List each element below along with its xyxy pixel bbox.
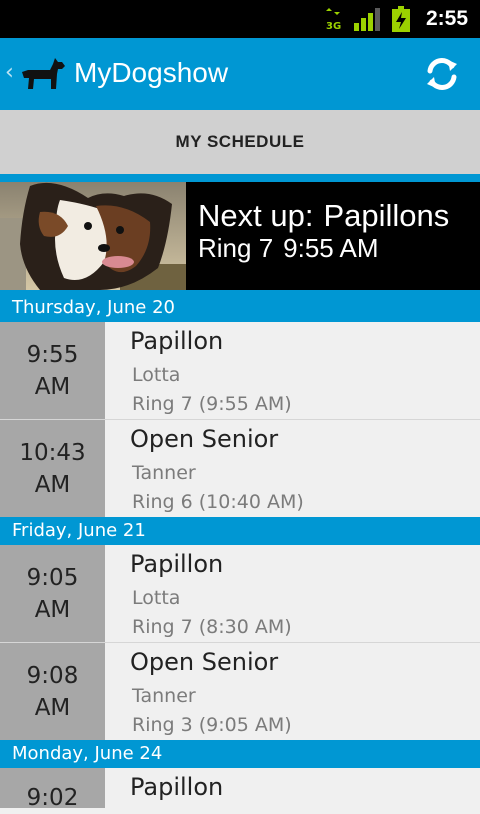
next-up-time: 9:55 AM [283, 233, 379, 263]
entry-time: 9:55 AM [0, 322, 105, 419]
dog-logo-icon[interactable] [20, 56, 66, 90]
list-item[interactable]: 9:05 AM Papillon Lotta Ring 7 (8:30 AM) [0, 545, 480, 643]
next-up-ring: Ring 7 [198, 233, 274, 263]
entry-dog: Tanner [132, 462, 196, 484]
day-header: Monday, June 24 [0, 740, 480, 768]
next-up-breed: Next up: Papillons [198, 198, 449, 234]
entry-time: 9:02 [0, 768, 105, 811]
entry-time-ampm: AM [34, 694, 71, 721]
entry-class: Open Senior [130, 425, 279, 453]
entry-time-ampm: AM [34, 373, 71, 400]
entry-time-value: 9:08 [26, 662, 79, 689]
list-item[interactable]: 9:08 AM Open Senior Tanner Ring 3 (9:05 … [0, 643, 480, 740]
entry-time-value: 10:43 [19, 439, 86, 466]
svg-text:3G: 3G [326, 21, 341, 31]
entry-dog: Lotta [132, 364, 181, 386]
action-bar: ‹ MyDogshow [0, 38, 480, 110]
entry-ring: Ring 3 (9:05 AM) [132, 714, 292, 736]
tab-indicator [0, 174, 480, 182]
status-time: 2:55 [425, 7, 468, 30]
entry-time: 10:43 AM [0, 420, 105, 517]
signal-icon [353, 8, 380, 31]
entry-class: Papillon [130, 550, 224, 578]
next-up-banner[interactable]: Next up: Papillons Ring 7 9:55 AM [0, 182, 480, 290]
next-up-label: Next up: [198, 198, 314, 233]
entry-time: 9:08 AM [0, 643, 105, 740]
day-header: Thursday, June 20 [0, 294, 480, 322]
entry-class: Open Senior [130, 648, 279, 676]
entry-time: 9:05 AM [0, 545, 105, 642]
entry-time-value: 9:55 [26, 341, 79, 368]
entry-dog: Lotta [132, 587, 181, 609]
up-caret-icon[interactable]: ‹ [5, 60, 14, 85]
tab-my-schedule[interactable]: MY SCHEDULE [0, 110, 480, 174]
schedule-list[interactable]: Thursday, June 20 9:55 AM Papillon Lotta… [0, 294, 480, 811]
entry-class: Papillon [130, 327, 224, 355]
dog-photo [0, 182, 186, 290]
day-header: Friday, June 21 [0, 517, 480, 545]
list-item[interactable]: 10:43 AM Open Senior Tanner Ring 6 (10:4… [0, 420, 480, 517]
app-title: MyDogshow [74, 57, 229, 88]
refresh-icon[interactable] [422, 54, 462, 94]
entry-ring: Ring 7 (8:30 AM) [132, 616, 292, 638]
data-3g-icon: 3G [325, 8, 341, 31]
list-item[interactable]: 9:02 Papillon [0, 768, 480, 811]
battery-charging-icon [391, 6, 410, 32]
tab-label: MY SCHEDULE [175, 132, 305, 151]
entry-time-value: 9:02 [26, 785, 79, 811]
entry-ring: Ring 7 (9:55 AM) [132, 393, 292, 415]
status-bar: 3G 2:55 [0, 0, 480, 38]
entry-time-value: 9:05 [26, 564, 79, 591]
entry-time-ampm: AM [34, 596, 71, 623]
entry-ring: Ring 6 (10:40 AM) [132, 491, 304, 513]
list-item[interactable]: 9:55 AM Papillon Lotta Ring 7 (9:55 AM) [0, 322, 480, 420]
next-up-breed-name: Papillons [323, 198, 450, 233]
entry-dog: Tanner [132, 685, 196, 707]
entry-time-ampm: AM [34, 471, 71, 498]
entry-class: Papillon [130, 773, 224, 801]
next-up-ring-time: Ring 7 9:55 AM [198, 233, 379, 264]
